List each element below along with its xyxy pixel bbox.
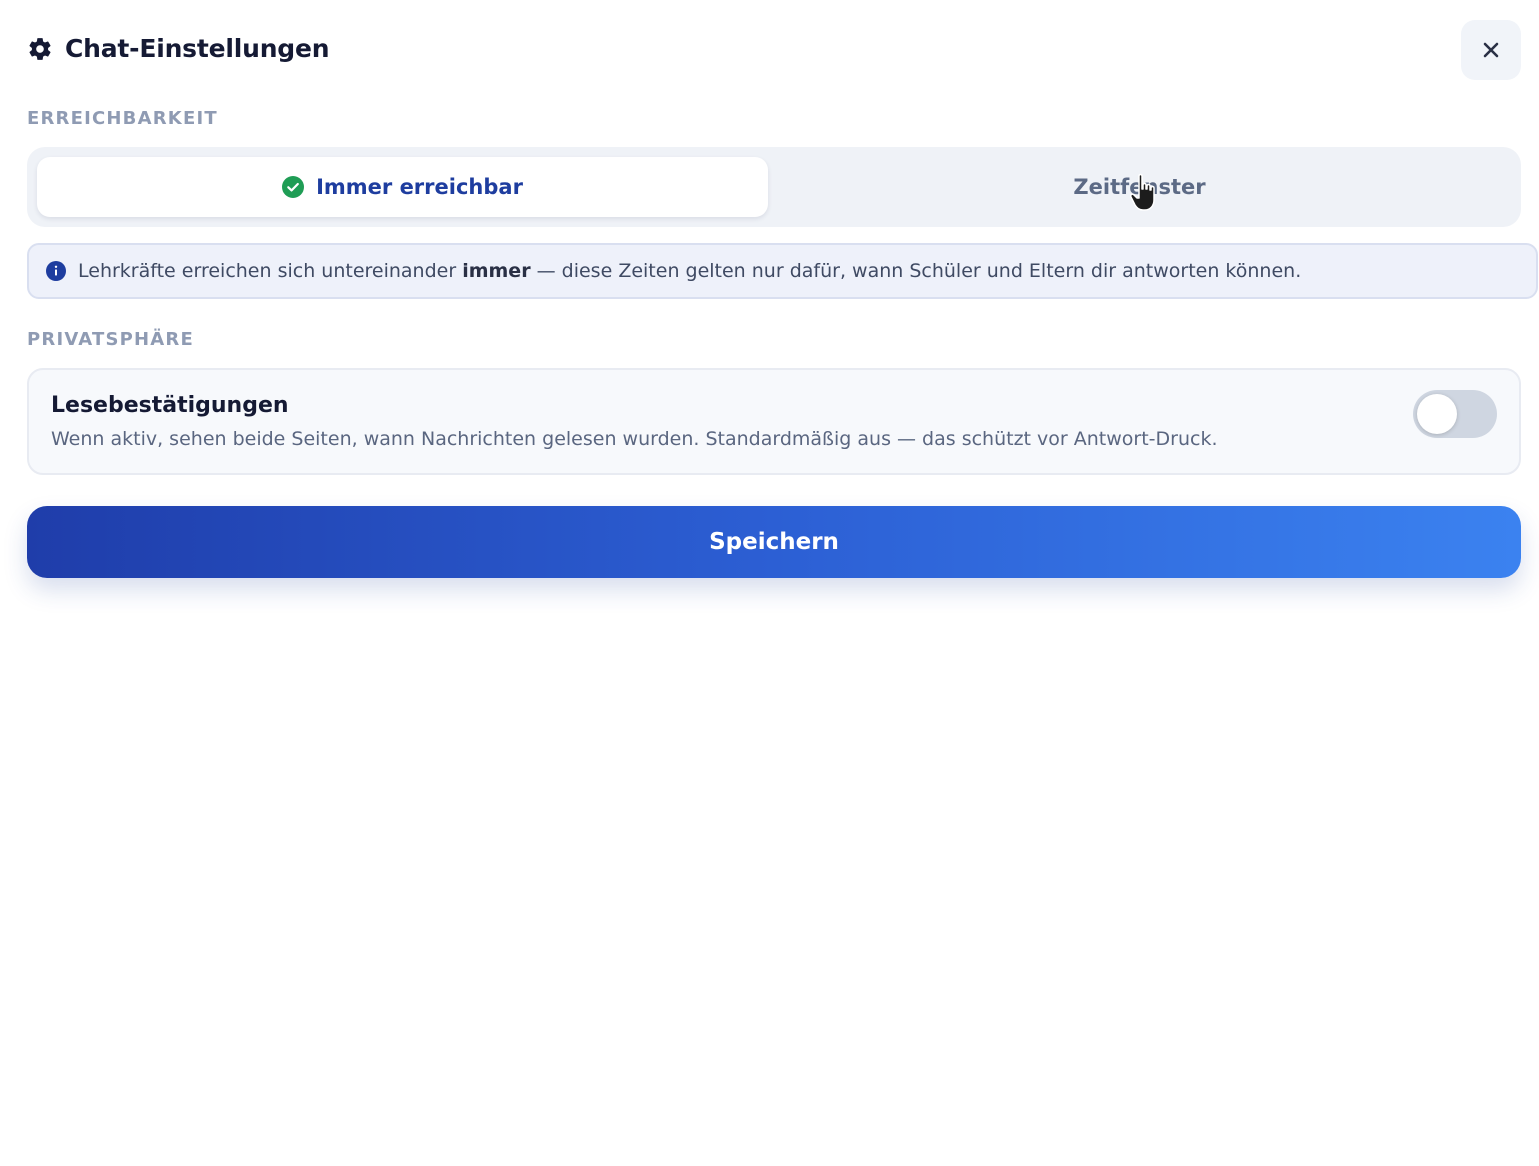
segment-label: Immer erreichbar bbox=[316, 175, 523, 199]
read-receipts-title: Lesebestätigungen bbox=[51, 393, 289, 418]
read-receipts-description: Wenn aktiv, sehen beide Seiten, wann Nac… bbox=[51, 428, 1218, 450]
gear-icon bbox=[29, 37, 51, 60]
read-receipts-card: Lesebestätigungen Wenn aktiv, sehen beid… bbox=[27, 368, 1521, 475]
section-label-reachability: ERREICHBARKEIT bbox=[27, 108, 218, 129]
save-button[interactable]: Speichern bbox=[27, 506, 1521, 578]
close-icon bbox=[1483, 42, 1499, 58]
section-label-privacy: PRIVATSPHÄRE bbox=[27, 329, 194, 350]
segment-label: Zeitfenster bbox=[1073, 175, 1206, 199]
segment-time-window[interactable]: Zeitfenster bbox=[768, 157, 1511, 217]
close-button[interactable] bbox=[1461, 20, 1521, 80]
reachability-segmented-control: Immer erreichbar Zeitfenster bbox=[27, 147, 1521, 227]
info-text-emphasis: immer bbox=[462, 260, 531, 282]
info-icon bbox=[46, 261, 66, 281]
read-receipts-toggle[interactable] bbox=[1413, 390, 1497, 438]
info-text-after: — diese Zeiten gelten nur dafür, wann Sc… bbox=[530, 260, 1302, 282]
segment-always-reachable[interactable]: Immer erreichbar bbox=[37, 157, 768, 217]
check-circle-icon bbox=[282, 176, 305, 198]
reachability-info-box: Lehrkräfte erreichen sich untereinander … bbox=[27, 243, 1538, 299]
dialog-title: Chat-Einstellungen bbox=[65, 34, 330, 63]
title-group: Chat-Einstellungen bbox=[27, 34, 330, 63]
toggle-knob bbox=[1417, 394, 1457, 434]
dialog-header: Chat-Einstellungen bbox=[27, 20, 1521, 80]
chat-settings-dialog: Chat-Einstellungen ERREICHBARKEIT Immer … bbox=[0, 0, 1539, 1166]
info-text-before: Lehrkräfte erreichen sich untereinander bbox=[78, 260, 463, 282]
info-text: Lehrkräfte erreichen sich untereinander … bbox=[78, 260, 1301, 282]
